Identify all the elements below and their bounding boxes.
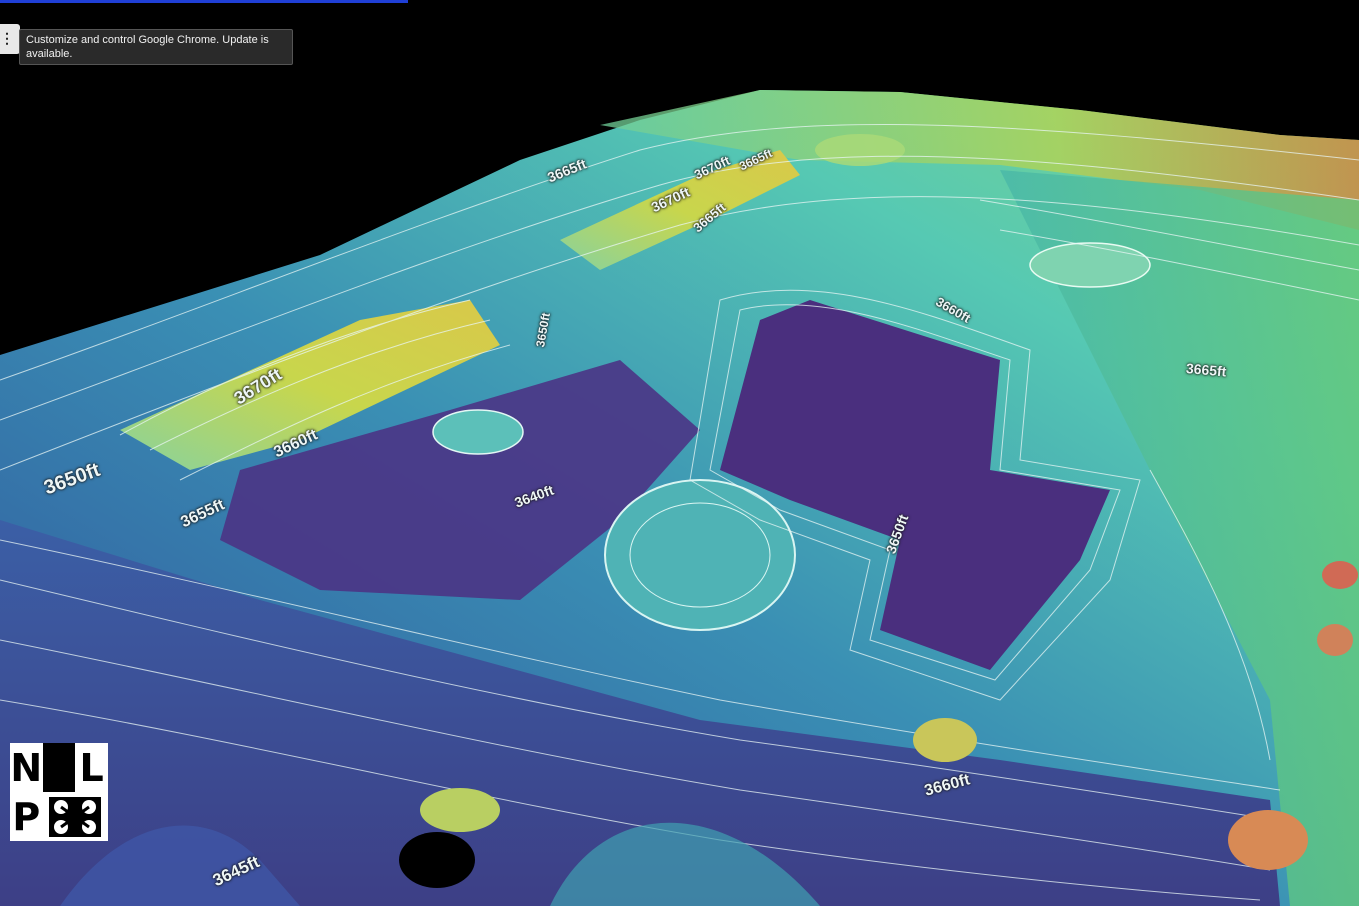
chrome-update-tooltip: Customize and control Google Chrome. Upd… (19, 29, 293, 65)
logo-letter-p: P (10, 792, 43, 841)
nlp-logo: N L P (10, 743, 108, 841)
logo-letter-n: N (10, 743, 43, 792)
data-gap-hole (399, 832, 475, 888)
tree-clump (913, 718, 977, 762)
drone-icon (42, 792, 108, 841)
page-load-progress-bar (0, 0, 408, 3)
3d-terrain-map-viewport[interactable] (0, 0, 1359, 906)
chrome-menu-icon[interactable]: ⋮ (0, 24, 20, 54)
logo-letter-l: L (75, 743, 108, 792)
contour-label: 3665ft (1185, 360, 1228, 380)
logo-spacer (42, 743, 76, 792)
